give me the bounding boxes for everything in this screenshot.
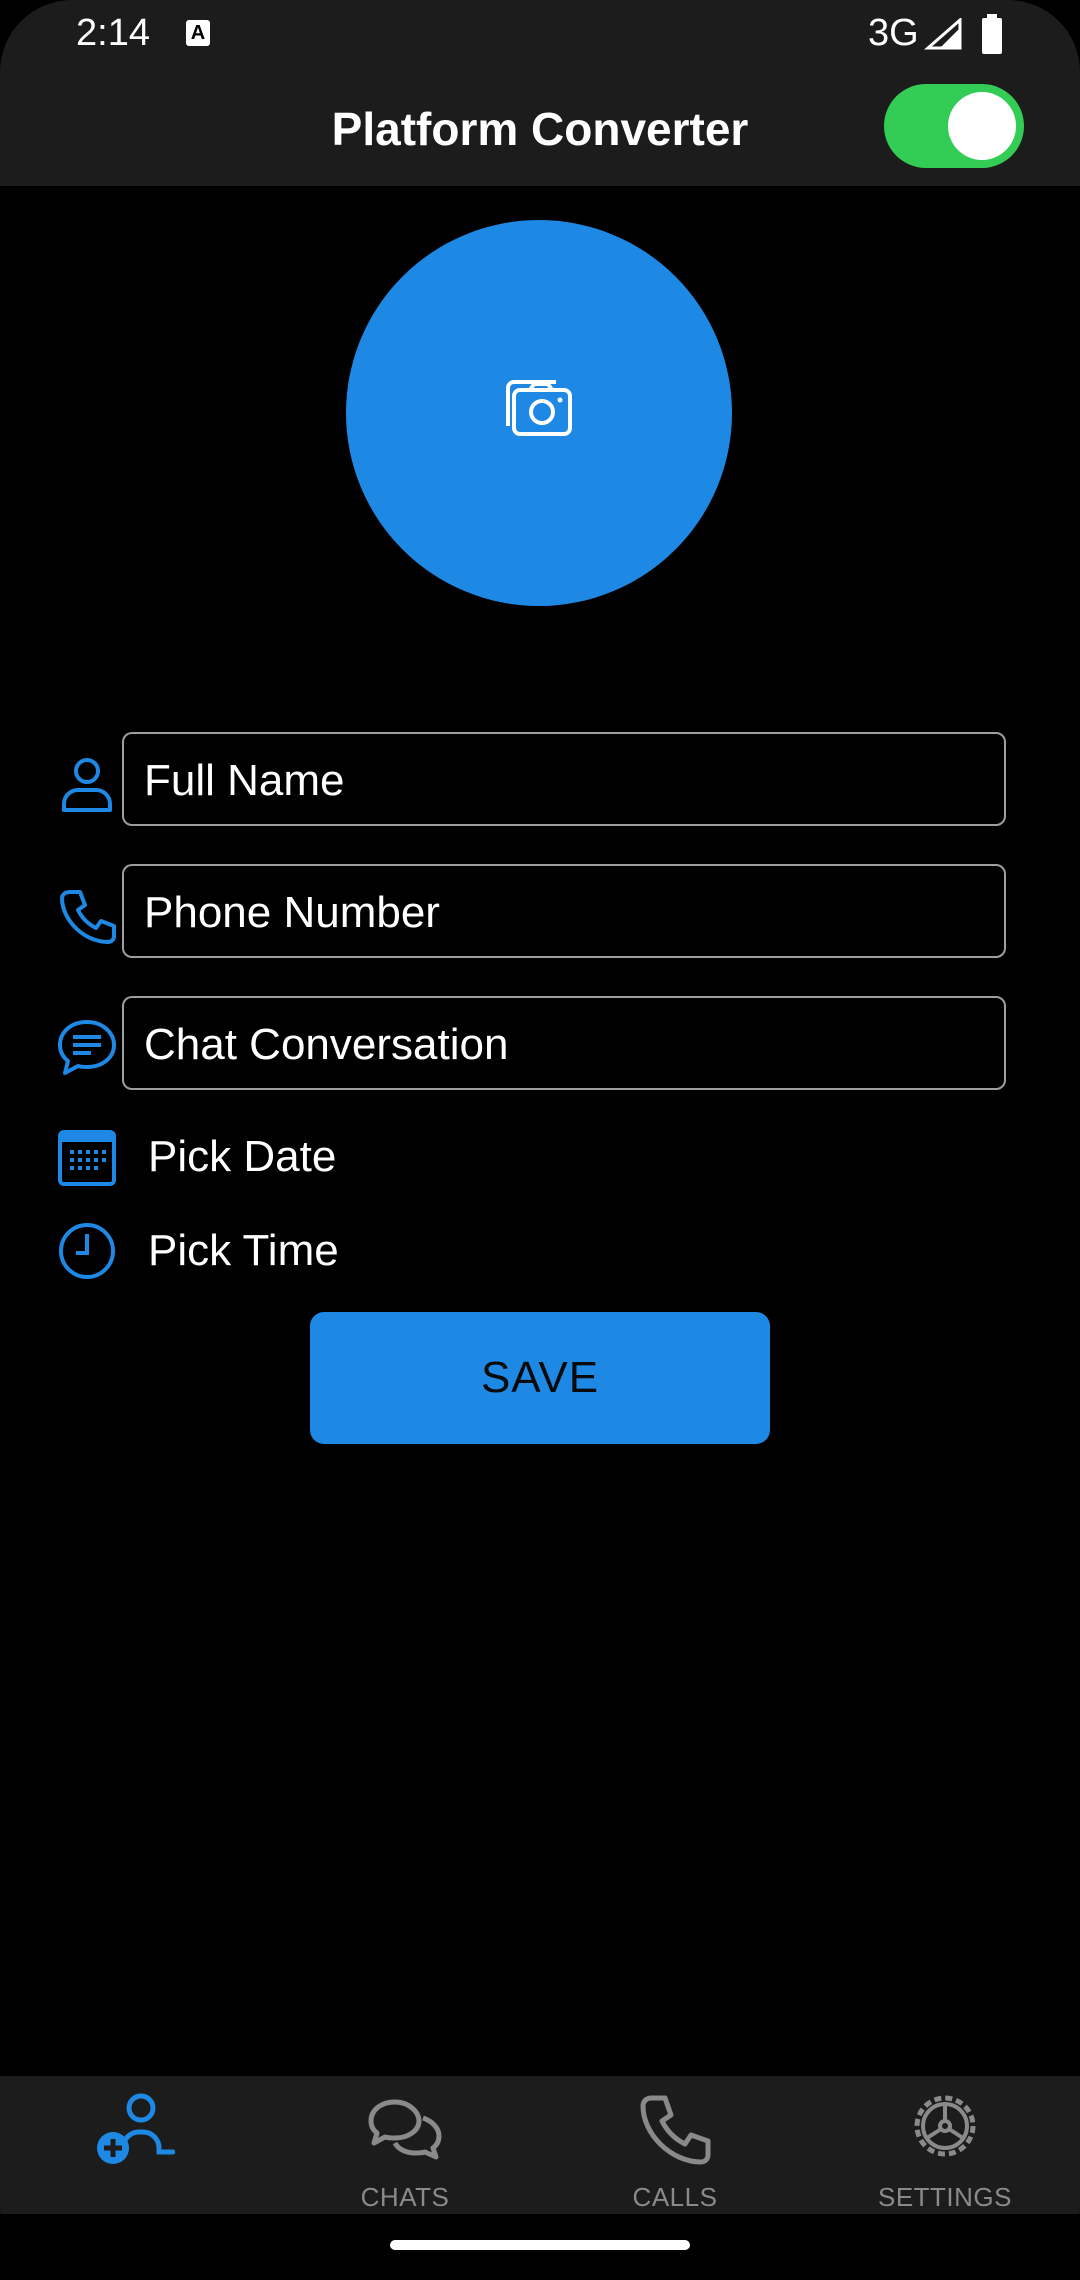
home-indicator[interactable] xyxy=(390,2240,690,2250)
full-name-placeholder: Full Name xyxy=(144,756,345,805)
clock-icon xyxy=(59,1223,115,1279)
chats-icon xyxy=(368,2099,442,2160)
network-type: 3G xyxy=(868,12,919,54)
bottom-nav: CHATS CALLS SETTINGS xyxy=(0,2076,1080,2214)
pick-date-row[interactable]: Pick Date xyxy=(0,1118,1080,1198)
nav-add-contact[interactable] xyxy=(0,2076,270,2214)
call-icon xyxy=(640,2095,711,2165)
nav-calls[interactable]: CALLS xyxy=(540,2076,810,2214)
nav-settings[interactable]: SETTINGS xyxy=(810,2076,1080,2214)
phone-number-placeholder: Phone Number xyxy=(144,888,440,937)
phone-icon xyxy=(60,890,116,944)
theme-toggle[interactable] xyxy=(884,84,1024,168)
add-contact-icon xyxy=(97,2093,175,2164)
pick-time-label: Pick Time xyxy=(148,1226,339,1275)
status-time: 2:14 xyxy=(76,12,150,54)
toggle-knob xyxy=(948,92,1016,160)
pick-date-label: Pick Date xyxy=(148,1132,337,1181)
settings-icon xyxy=(914,2095,976,2157)
signal-icon xyxy=(924,18,962,50)
nav-calls-label: CALLS xyxy=(632,2182,718,2212)
save-button[interactable]: SAVE xyxy=(310,1312,770,1444)
chat-bubble-icon xyxy=(58,1020,116,1075)
camera-icon xyxy=(506,380,572,436)
phone-number-input[interactable]: Phone Number xyxy=(122,864,1006,958)
person-icon xyxy=(62,758,112,812)
nav-chats-label: CHATS xyxy=(360,2182,450,2212)
chat-conversation-row: Chat Conversation xyxy=(0,996,1080,1094)
full-name-row: Full Name xyxy=(0,732,1080,830)
app-bar: Platform Converter xyxy=(0,68,1080,186)
nav-settings-label: SETTINGS xyxy=(877,2182,1012,2212)
screen: 2:14 A 3G Platform Converter Full Name P… xyxy=(0,0,1080,2280)
profile-photo-picker[interactable] xyxy=(346,220,732,606)
pick-time-row[interactable]: Pick Time xyxy=(0,1212,1080,1292)
chat-conversation-placeholder: Chat Conversation xyxy=(144,1020,509,1069)
status-bar: 2:14 A 3G xyxy=(0,0,1080,68)
battery-icon xyxy=(982,14,1002,54)
phone-number-row: Phone Number xyxy=(0,864,1080,962)
chat-conversation-input[interactable]: Chat Conversation xyxy=(122,996,1006,1090)
nav-chats[interactable]: CHATS xyxy=(270,2076,540,2214)
calendar-icon xyxy=(58,1130,116,1186)
full-name-input[interactable]: Full Name xyxy=(122,732,1006,826)
notification-icon: A xyxy=(186,20,210,46)
